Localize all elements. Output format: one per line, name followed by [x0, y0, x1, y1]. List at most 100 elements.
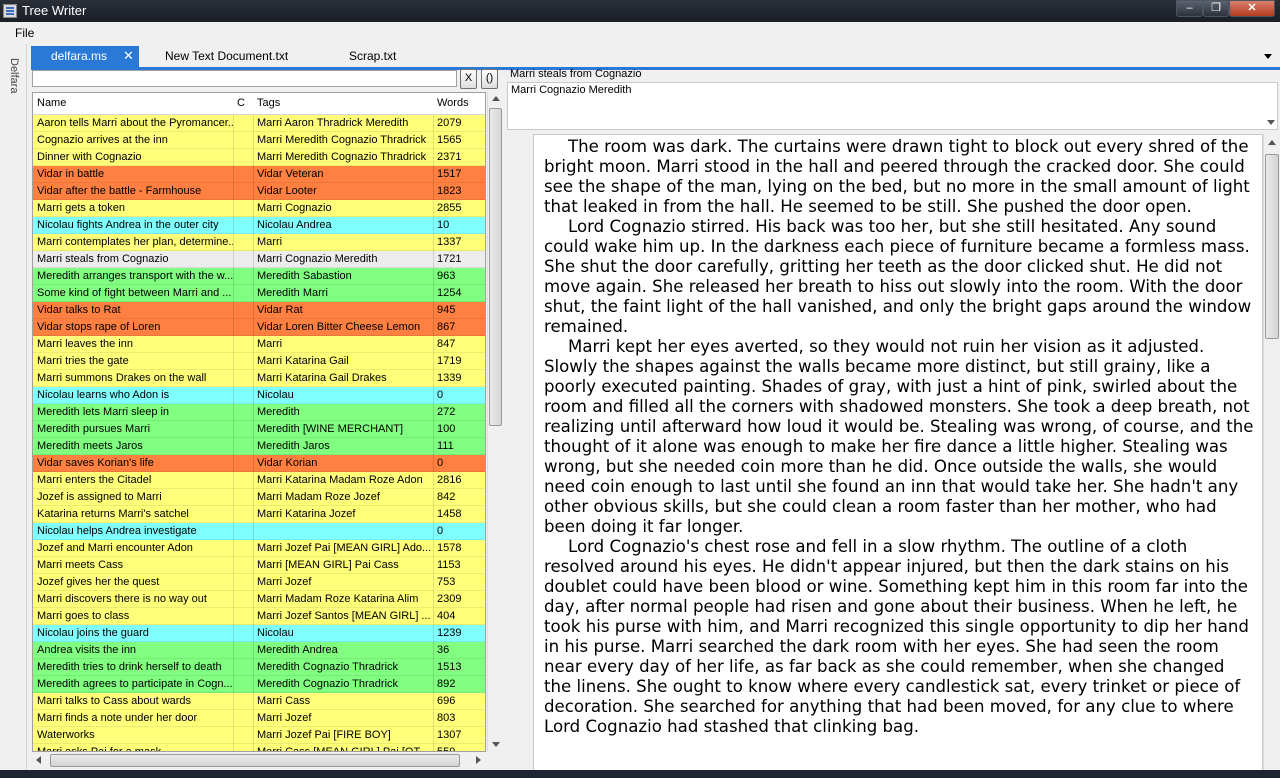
table-row[interactable]: Jozef gives her the quest Marri Jozef 753	[33, 574, 485, 591]
cell-name: Meredith meets Jaros	[37, 440, 143, 452]
table-row[interactable]: Marri summons Drakes on the wall Marri Ka…	[33, 370, 485, 387]
scroll-up-icon[interactable]	[492, 96, 500, 101]
table-row[interactable]: Jozef is assigned to Marri Marri Madam Ro…	[33, 489, 485, 506]
table-row[interactable]: Meredith tries to drink herself to death…	[33, 659, 485, 676]
paren-filter-button[interactable]: ()	[481, 69, 498, 89]
cell-words: 1517	[437, 168, 462, 180]
scroll-right-icon[interactable]	[476, 756, 481, 764]
table-row[interactable]: Vidar talks to Rat Vidar Rat 945	[33, 302, 485, 319]
table-row[interactable]: Marri steals from Cognazio Marri Cognazio…	[33, 251, 485, 268]
close-window-button[interactable]: ✕	[1229, 0, 1275, 17]
cell-tags: Marri Cass [MEAN GIRL] Pai [OT...	[257, 746, 429, 752]
cell-tags: Marri Jozef Pai [FIRE BOY]	[257, 729, 391, 741]
column-divider	[433, 115, 434, 751]
cell-words: 1719	[437, 355, 462, 367]
taskbar	[0, 770, 1280, 778]
cell-words: 1339	[437, 372, 462, 384]
table-row[interactable]: Nicolau learns who Adon is Nicolau 0	[33, 387, 485, 404]
table-row[interactable]: Marri leaves the inn Marri 847	[33, 336, 485, 353]
table-row[interactable]: Vidar stops rape of Loren Vidar Loren Bit…	[33, 319, 485, 336]
cell-words: 0	[437, 389, 444, 401]
column-header-words[interactable]: Words	[437, 97, 469, 109]
scroll-thumb[interactable]	[1265, 154, 1279, 339]
table-row[interactable]: Marri contemplates her plan, determine..…	[33, 234, 485, 251]
table-row[interactable]: Cognazio arrives at the inn Marri Meredit…	[33, 132, 485, 149]
table-row[interactable]: Meredith agrees to participate in Cogn..…	[33, 676, 485, 693]
cell-tags: Meredith Jaros	[257, 440, 330, 452]
scroll-down-icon[interactable]	[492, 742, 500, 747]
table-row[interactable]: Marri meets Cass Marri [MEAN GIRL] Pai Ca…	[33, 557, 485, 574]
table-row[interactable]: Vidar after the battle - Farmhouse Vidar …	[33, 183, 485, 200]
table-row[interactable]: Nicolau joins the guard Nicolau 1239	[33, 625, 485, 642]
tab-scrap[interactable]: Scrap.txt	[349, 46, 396, 67]
tab-close-icon[interactable]: ✕	[123, 46, 134, 66]
cell-words: 1153	[437, 559, 461, 571]
grid-horizontal-scrollbar[interactable]	[32, 752, 486, 769]
table-row[interactable]: Vidar saves Korian's life Vidar Korian 0	[33, 455, 485, 472]
cell-tags: Marri Jozef Pai [MEAN GIRL] Ado...	[257, 542, 432, 554]
table-row[interactable]: Marri enters the Citadel Marri Katarina M…	[33, 472, 485, 489]
cell-name: Marri finds a note under her door	[37, 712, 198, 724]
menu-file[interactable]: File	[15, 26, 34, 40]
cell-words: 0	[437, 525, 444, 537]
cell-name: Dinner with Cognazio	[37, 151, 142, 163]
column-header-c[interactable]: C	[237, 97, 245, 109]
table-row[interactable]: Marri discovers there is no way out Marri…	[33, 591, 485, 608]
editor-scrollbar[interactable]	[1263, 134, 1280, 778]
column-header-tags[interactable]: Tags	[257, 97, 280, 109]
side-panel-tab[interactable]: Delfara	[0, 44, 27, 778]
text-editor[interactable]: The room was dark. The curtains were dra…	[533, 134, 1263, 778]
cell-words: 0	[437, 457, 444, 469]
table-row[interactable]: Nicolau helps Andrea investigate 0	[33, 523, 485, 540]
table-row[interactable]: Dinner with Cognazio Marri Meredith Cogna…	[33, 149, 485, 166]
cell-words: 2309	[437, 593, 462, 605]
tab-list-dropdown-icon[interactable]	[1264, 54, 1272, 59]
table-row[interactable]: Marri finds a note under her door Marri J…	[33, 710, 485, 727]
clear-filter-button[interactable]: X	[460, 69, 477, 89]
cell-words: 1254	[437, 287, 462, 299]
editor-content[interactable]: The room was dark. The curtains were dra…	[544, 137, 1254, 737]
table-row[interactable]: Aaron tells Marri about the Pyromancer..…	[33, 115, 485, 132]
tab-delfara[interactable]: delfara.ms ✕	[31, 46, 139, 67]
table-row[interactable]: Marri goes to class Marri Jozef Santos [M…	[33, 608, 485, 625]
minimize-button[interactable]: –	[1176, 0, 1203, 17]
table-row[interactable]: Meredith pursues Marri Meredith [WINE MER…	[33, 421, 485, 438]
cell-tags: Meredith [WINE MERCHANT]	[257, 423, 404, 435]
cell-tags: Marri	[257, 338, 283, 350]
cell-name: Waterworks	[37, 729, 95, 741]
table-row[interactable]: Meredith lets Marri sleep in Meredith 272	[33, 404, 485, 421]
tags-scroll-down-icon[interactable]	[1267, 120, 1275, 125]
table-row[interactable]: Vidar in battle Vidar Veteran 1517	[33, 166, 485, 183]
cell-name: Some kind of fight between Marri and ...	[37, 287, 232, 299]
cell-name: Jozef and Marri encounter Adon	[37, 542, 193, 554]
document-tags-field[interactable]: Marri Cognazio Meredith	[507, 82, 1278, 130]
table-row[interactable]: Marri asks Pai for a mask Marri Cass [MEA…	[33, 744, 485, 752]
table-row[interactable]: Some kind of fight between Marri and ...…	[33, 285, 485, 302]
column-header-name[interactable]: Name	[37, 97, 66, 109]
scroll-left-icon[interactable]	[36, 756, 41, 764]
table-row[interactable]: Marri tries the gate Marri Katarina Gail 1…	[33, 353, 485, 370]
table-row[interactable]: Katarina returns Marri's satchel Marri Ka…	[33, 506, 485, 523]
column-divider	[253, 115, 254, 751]
grid-vertical-scrollbar[interactable]	[487, 92, 504, 752]
table-row[interactable]: Marri talks to Cass about wards Marri Cas…	[33, 693, 485, 710]
table-row[interactable]: Waterworks Marri Jozef Pai [FIRE BOY] 1307	[33, 727, 485, 744]
table-row[interactable]: Marri gets a token Marri Cognazio 2855	[33, 200, 485, 217]
cell-words: 404	[437, 610, 456, 622]
editor-paragraph: Lord Cognazio's chest rose and fell in a…	[544, 537, 1249, 736]
table-row[interactable]: Jozef and Marri encounter Adon Marri Joze…	[33, 540, 485, 557]
cell-tags: Marri Jozef	[257, 712, 312, 724]
cell-words: 1239	[437, 627, 462, 639]
table-row[interactable]: Nicolau fights Andrea in the outer city N…	[33, 217, 485, 234]
filter-input[interactable]	[32, 70, 457, 87]
cell-tags: Marri	[257, 236, 283, 248]
maximize-button[interactable]: ❐	[1203, 0, 1229, 17]
scroll-thumb[interactable]	[50, 754, 460, 767]
table-row[interactable]: Meredith arranges transport with the w..…	[33, 268, 485, 285]
cell-name: Cognazio arrives at the inn	[37, 134, 168, 146]
table-row[interactable]: Meredith meets Jaros Meredith Jaros 111	[33, 438, 485, 455]
scroll-thumb[interactable]	[489, 108, 502, 426]
tab-new-text-document[interactable]: New Text Document.txt	[165, 46, 288, 67]
table-row[interactable]: Andrea visits the inn Meredith Andrea 36	[33, 642, 485, 659]
scroll-up-icon[interactable]	[1268, 140, 1276, 145]
